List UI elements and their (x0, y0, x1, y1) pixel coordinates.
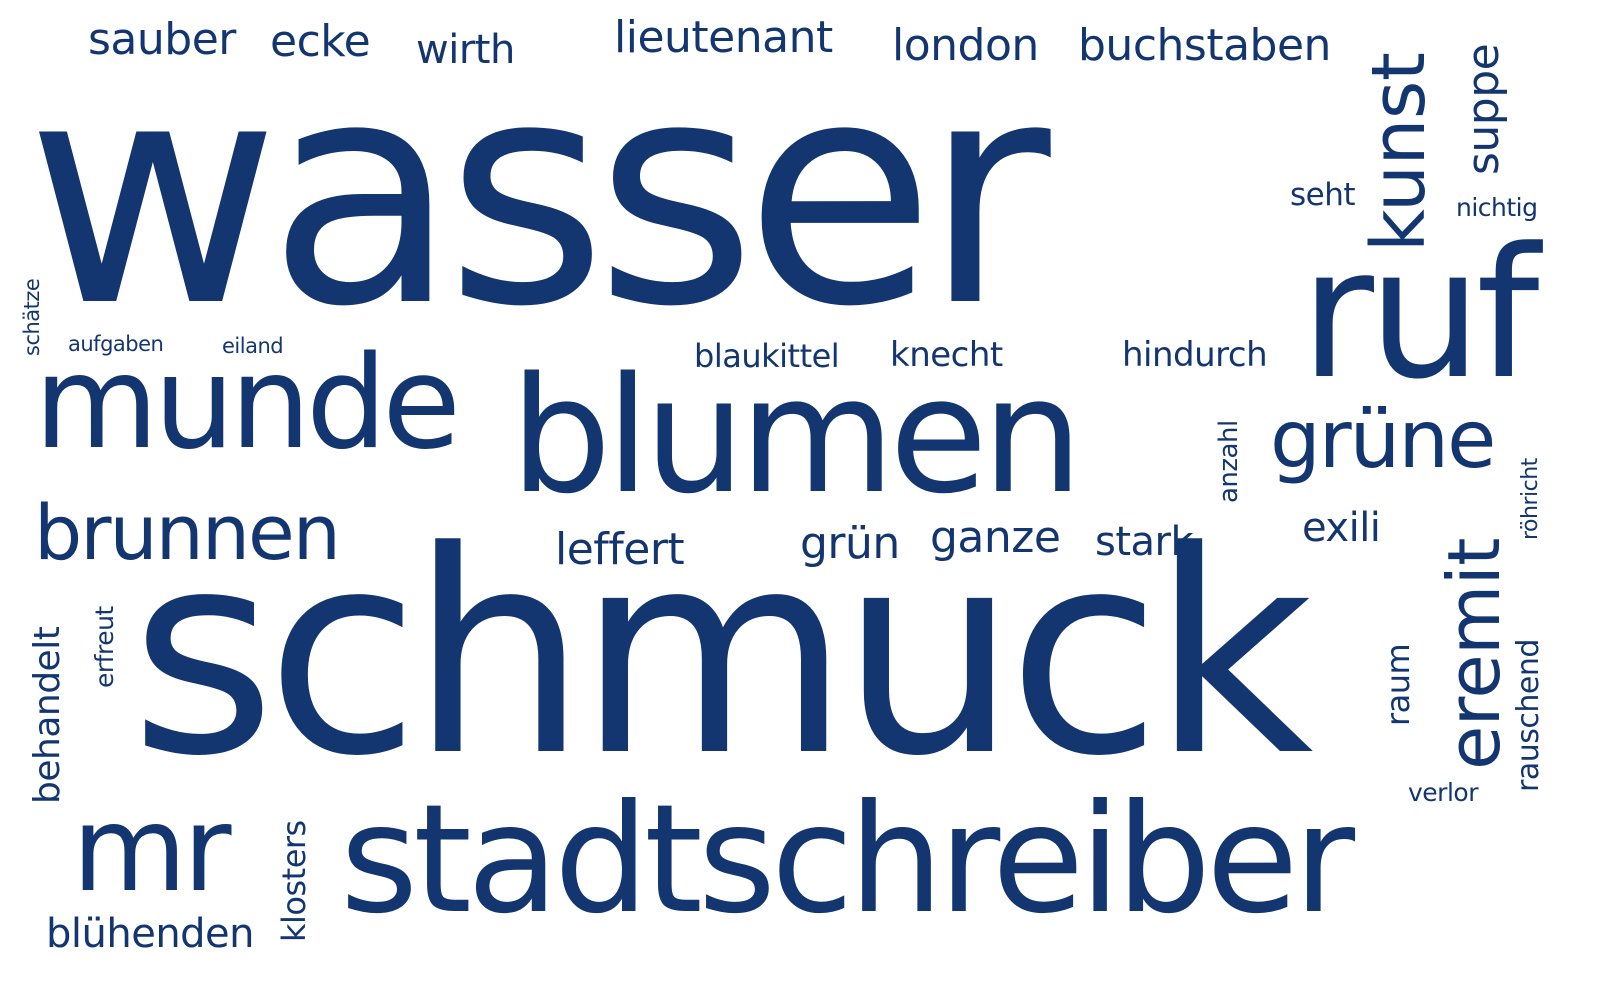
word-stadtschreiber: stadtschreiber (340, 773, 1355, 947)
word-behandelt: behandelt (27, 626, 68, 804)
word-cloud: sauber ecke wirth lieutenant london buch… (0, 0, 1600, 1000)
word-exili: exili (1302, 505, 1381, 551)
word-roehricht: röhricht (1518, 458, 1543, 540)
word-seht: seht (1290, 177, 1356, 213)
word-erfreut: erfreut (90, 606, 119, 688)
word-anzahl: anzahl (1214, 420, 1244, 503)
word-eremit: eremit (1432, 538, 1516, 770)
word-mr: mr (72, 780, 231, 918)
word-suppe: suppe (1458, 43, 1509, 175)
word-schmuck: schmuck (130, 492, 1314, 818)
word-bluehenden: blühenden (46, 911, 255, 957)
word-gruene: grüne (1270, 393, 1496, 486)
word-ruf: ruf (1300, 210, 1539, 419)
word-klosters: klosters (275, 820, 313, 942)
word-wasser: wasser (26, 14, 1051, 375)
word-munde: munde (34, 329, 461, 478)
word-rauschend: rauschend (1511, 639, 1546, 792)
word-verlor: verlor (1408, 778, 1478, 807)
word-hindurch: hindurch (1122, 335, 1268, 375)
word-raum: raum (1379, 643, 1417, 726)
word-buchstaben: buchstaben (1078, 20, 1331, 71)
